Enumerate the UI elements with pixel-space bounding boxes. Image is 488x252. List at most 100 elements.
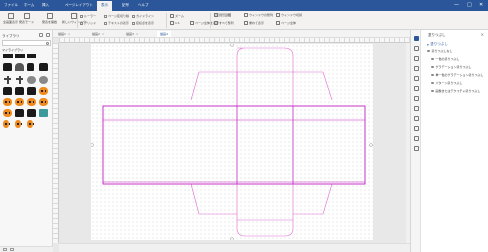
pumpkin-symbol[interactable]	[3, 98, 12, 106]
expand-icon[interactable]	[413, 146, 419, 151]
tab-view[interactable]: 表示	[97, 1, 112, 11]
cascade-button[interactable]: 重ねて表示	[244, 21, 264, 25]
guides-checkbox[interactable]: ガイドライン	[132, 14, 154, 18]
bat-symbol[interactable]	[15, 54, 25, 58]
present-mode-button[interactable]: 発表モード	[19, 13, 34, 24]
page-break-checkbox[interactable]: ページ区切り線	[104, 14, 129, 18]
doc-tab[interactable]: 描画2 ×	[89, 31, 107, 37]
close-icon[interactable]: ×	[481, 32, 484, 37]
close-tab-icon: ×	[67, 32, 71, 36]
cross-symbol[interactable]	[3, 76, 12, 84]
ghost-symbol[interactable]	[27, 109, 36, 117]
close-tab-icon: ×	[135, 32, 139, 36]
tile-icon	[214, 21, 218, 25]
pumpkin-symbol[interactable]	[39, 87, 48, 95]
fit-page-width-button[interactable]: ページ全体	[276, 21, 296, 25]
fill-option[interactable]: パターン塗りつぶし	[431, 81, 462, 85]
layers-icon[interactable]	[413, 96, 419, 101]
cauldron-symbol[interactable]	[27, 87, 36, 95]
library-toolbar	[39, 33, 50, 37]
grid-checkbox[interactable]: グリッド	[80, 21, 96, 25]
fill-section-header[interactable]: ▾ 塗りつぶし	[427, 42, 448, 47]
text-display-checkbox[interactable]: テキストの表示	[104, 21, 129, 25]
bat-symbol[interactable]	[15, 109, 24, 117]
line-icon[interactable]	[413, 46, 419, 51]
candy-symbol[interactable]	[15, 120, 22, 128]
grid-view-icon[interactable]	[3, 248, 7, 251]
shadow-icon[interactable]	[413, 56, 419, 61]
horizontal-ruler[interactable]	[59, 38, 410, 43]
drawing-page[interactable]	[90, 43, 373, 241]
coffin-symbol[interactable]	[27, 63, 34, 71]
arrange-all-button[interactable]: すべて整列	[214, 21, 234, 25]
candy-symbol[interactable]	[3, 120, 10, 128]
fill-option[interactable]: グラデーション塗りつぶし	[431, 65, 471, 69]
tombstone-symbol[interactable]	[15, 63, 24, 71]
tab-home[interactable]: ホーム	[24, 3, 34, 8]
full-screen-button[interactable]: 全画面表示	[3, 13, 18, 24]
cross-symbol[interactable]	[15, 76, 24, 84]
bat-symbol[interactable]	[3, 54, 13, 58]
cat-symbol[interactable]	[3, 87, 12, 95]
tab-page-layout[interactable]: ページレイアウト	[65, 3, 93, 8]
minimize-icon[interactable]: —	[454, 2, 459, 8]
candy-symbol[interactable]	[27, 120, 34, 128]
ribbon: 全画面表示 発表モード 発表を開始 新しいウィンドウ ルーラー ページ区切り線 …	[0, 11, 488, 30]
witch-symbol[interactable]	[15, 87, 24, 95]
doc-tab[interactable]: 描画1 ×	[55, 31, 73, 37]
bat-symbol[interactable]	[27, 54, 36, 58]
fill-option[interactable]: 塗りつぶしなし	[427, 49, 453, 53]
one-to-one-icon	[170, 21, 174, 25]
connection-points-checkbox[interactable]: 接続点を表示	[132, 21, 154, 25]
pumpkin-symbol[interactable]	[15, 98, 24, 106]
horizontal-scrollbar[interactable]	[59, 243, 410, 252]
switch-window-icon	[276, 13, 280, 17]
ribbon-divider	[210, 13, 211, 28]
doc-tab[interactable]: 描画3 ×	[123, 31, 141, 37]
new-library-icon[interactable]	[39, 33, 43, 37]
pumpkin-symbol[interactable]	[39, 98, 48, 106]
start-presentation-button[interactable]: 発表を開始	[42, 13, 57, 24]
window-switch-button[interactable]: ウィンドウ切替	[276, 13, 302, 17]
library-search-input[interactable]	[2, 40, 51, 46]
spider-symbol[interactable]	[27, 76, 36, 84]
page-icon[interactable]	[413, 116, 419, 121]
arrange-windows-button[interactable]: ウィンドウの整列	[244, 13, 273, 17]
effects-icon[interactable]	[413, 66, 419, 71]
witch-hat-symbol[interactable]	[3, 63, 12, 71]
pumpkin-symbol[interactable]	[3, 109, 12, 117]
fill-icon[interactable]	[413, 36, 419, 41]
tree-symbol[interactable]	[39, 76, 48, 84]
settings-icon[interactable]	[413, 136, 419, 141]
tab-file[interactable]: ファイル	[4, 3, 18, 8]
box-dieline-drawing[interactable]	[90, 43, 373, 241]
cat-face-symbol[interactable]	[39, 109, 48, 117]
format-panel: 塗りつぶし × ▾ 塗りつぶし 塗りつぶしなし 一色の塗りつぶし グラデーション塗…	[410, 30, 488, 252]
fill-option[interactable]: 単一色のグラデーション塗りつぶし	[431, 73, 483, 77]
close-icon[interactable]: ✕	[479, 2, 483, 8]
page-icon	[276, 21, 280, 25]
library-menu-icon[interactable]	[46, 33, 50, 37]
share-icon[interactable]	[413, 126, 419, 131]
text-icon[interactable]	[413, 86, 419, 91]
tab-help[interactable]: ヘルプ	[138, 3, 149, 8]
data-icon[interactable]	[413, 106, 419, 111]
fill-option[interactable]: 一色の塗りつぶし	[431, 57, 460, 61]
pumpkin-symbol[interactable]	[27, 98, 36, 106]
tab-insert[interactable]: 挿入	[42, 3, 49, 8]
one-to-one-button[interactable]: 1:1	[170, 21, 180, 25]
tab-symbols[interactable]: 記号	[122, 3, 129, 8]
list-view-icon[interactable]	[10, 248, 14, 251]
maximize-icon[interactable]: □	[467, 2, 472, 8]
my-library-header[interactable]: マイライブラリ	[2, 48, 23, 52]
ruler-checkbox[interactable]: ルーラー	[80, 14, 96, 18]
image-icon[interactable]	[413, 76, 419, 81]
search-icon[interactable]	[45, 41, 49, 45]
fill-option[interactable]: 画像またはテクスチャ塗りつぶし	[431, 89, 480, 93]
tombstone-symbol[interactable]	[39, 63, 48, 71]
fit-width-button[interactable]: ページ幅	[214, 13, 231, 17]
doc-tab-active[interactable]: 描画4	[157, 31, 171, 37]
main-panel-shape	[102, 105, 366, 185]
vertical-ruler[interactable]	[53, 43, 59, 243]
zoom-button[interactable]: ズーム	[170, 14, 184, 18]
